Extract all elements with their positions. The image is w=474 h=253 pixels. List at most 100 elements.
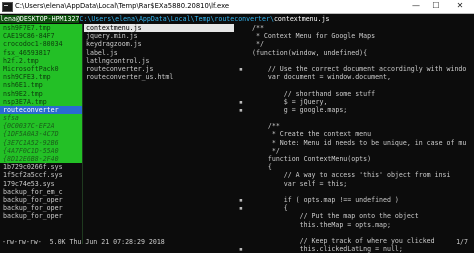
code-line: $ = jQuery, (252, 97, 328, 106)
parent-dir-item[interactable]: 1f5cf2a5ccf.sys (0, 171, 82, 179)
status-bar: -rw-rw-rw- 5.0K Thu Jun 21 07:28:29 2018… (0, 237, 474, 247)
file-list-item[interactable]: contextmenu.js (84, 24, 234, 33)
parent-dir-item[interactable]: nsh9F7E7.tmp (0, 24, 82, 33)
code-line: // shorthand some stuff (252, 89, 376, 98)
code-line: * Create the context menu (252, 130, 372, 139)
close-button[interactable]: ✕ (452, 0, 468, 13)
gutter-mark (238, 147, 244, 155)
code-line: if ( opts.map !== undefined ) (252, 195, 399, 204)
parent-dir-item[interactable]: MicrosoftPack0 (0, 64, 82, 74)
gutter-mark (238, 212, 244, 220)
parent-dir-item[interactable]: sfsa (0, 114, 82, 123)
parent-dir-item[interactable]: 1b729c0266f.sys (0, 163, 82, 171)
gutter-mark: ▪ (239, 97, 243, 106)
maximize-button[interactable]: ☐ (428, 0, 444, 13)
parent-dir-item[interactable]: nsh9E2.tmp (0, 89, 82, 98)
parent-dir-item[interactable]: backup_for_em_c (0, 188, 82, 196)
gutter-mark (238, 90, 244, 98)
parent-dir-item[interactable]: {4A7F0C1D-55A0 (0, 146, 82, 155)
gutter-mark (238, 57, 244, 65)
file-list-item[interactable]: jquery.min.js (84, 32, 234, 40)
code-line: // Put the map onto the object (252, 212, 419, 221)
preview-gutter: ▪ ▪ ▪ ▪ ▪ ▪ (238, 24, 244, 253)
file-list-item[interactable]: routeconverter.js (84, 65, 234, 73)
user-host: lena@DESKTOP-HPM1327 (0, 15, 80, 23)
gutter-mark (238, 163, 244, 171)
code-line: * Context Menu for Google Maps (252, 32, 376, 41)
code-line: * Note: Menu id needs to be unique, in c… (252, 138, 467, 147)
current-directory-pane[interactable]: contextmenu.js jquery.min.js keydragzoom.j… (84, 24, 234, 94)
gutter-mark (238, 49, 244, 57)
parent-dir-item[interactable]: 179c74e53.sys (0, 180, 82, 188)
gutter-mark: ▪ (239, 64, 243, 73)
file-preview-pane: /** * Context Menu for Google Maps */(fu… (252, 24, 474, 253)
gutter-mark (238, 73, 244, 81)
code-line: // A way to access 'this' object from in… (252, 171, 451, 180)
parent-dir-item[interactable]: crocodoc1-80034 (0, 40, 82, 49)
parent-dir-item[interactable]: CAE19C86-84F7 (0, 32, 82, 41)
parent-dir-item[interactable]: {0C0037C-EF2A (0, 122, 82, 131)
gutter-mark (238, 180, 244, 188)
gutter-mark: ▪ (239, 204, 243, 213)
parent-dir-item[interactable]: backup_for_oper (0, 204, 82, 212)
gutter-mark (238, 114, 244, 122)
code-line: // Use the correct document accordingly … (252, 64, 467, 73)
gutter-mark (238, 139, 244, 147)
parent-dir-item[interactable]: h2f.2.tmp (0, 56, 82, 65)
code-line: this.theMap = opts.map; (252, 220, 391, 229)
code-line: /** (252, 122, 280, 131)
code-line: /** (252, 24, 264, 32)
gutter-mark (238, 122, 244, 130)
terminal-area[interactable]: lena@DESKTOP-HPM1327C:\Users\elena\AppDa… (0, 14, 474, 253)
position-indicator: 1/7 (456, 238, 468, 246)
file-info: -rw-rw-rw- 5.0K Thu Jun 21 07:28:29 2018 (2, 238, 165, 246)
code-line: */ (252, 146, 280, 155)
directory-path: C:\Users\elena\AppData\Local\Temp\routec… (79, 15, 274, 23)
parent-dir-item[interactable]: {1DF5A0A3-4C7D (0, 130, 82, 139)
code-line: g = google.maps; (252, 105, 348, 114)
parent-dir-item[interactable]: backup_for_oper (0, 196, 82, 204)
file-list-item[interactable]: routeconverter_us.html (84, 73, 234, 81)
gutter-mark (238, 171, 244, 179)
code-line: (function(window, undefined){ (252, 48, 368, 57)
window-titlebar: C:\Users\elena\AppData\Local\Temp\Rar$EX… (0, 0, 474, 14)
gutter-mark (238, 221, 244, 229)
minimize-button[interactable]: — (408, 0, 424, 13)
gutter-mark: ▪ (239, 195, 243, 204)
gutter-mark (238, 81, 244, 89)
code-line: { (252, 204, 288, 213)
gutter-mark: ▪ (239, 105, 243, 114)
code-line: */ (252, 40, 264, 49)
code-line: var self = this; (252, 179, 348, 188)
window-title: C:\Users\elena\AppData\Local\Temp\Rar$EX… (15, 2, 230, 10)
code-line: { (252, 163, 272, 172)
gutter-mark (238, 40, 244, 48)
selected-file-name: contextmenu.js (273, 15, 330, 23)
parent-dir-item[interactable]: nsp3E7A.tmp (0, 97, 82, 106)
parent-dir-item[interactable]: {3E7C1A52-92B6 (0, 138, 82, 147)
file-list-item[interactable]: latlngcontrol.js (84, 57, 234, 65)
parent-dir-item[interactable]: backup_for_oper (0, 212, 82, 220)
gutter-mark (238, 188, 244, 196)
code-line: function ContextMenu(opts) (252, 155, 372, 163)
gutter-mark (238, 32, 244, 40)
gutter-mark (238, 229, 244, 237)
gutter-mark (238, 24, 244, 32)
parent-dir-item[interactable]: routeconverter (0, 105, 82, 115)
file-list-item[interactable]: keydragzoom.js (84, 40, 234, 48)
parent-dir-item[interactable]: nsh9CFE3.tmp (0, 73, 82, 82)
parent-directory-pane[interactable]: nsh9F7E7.tmp CAE19C86-84F7 crocodoc1-80034… (0, 24, 82, 248)
gutter-mark (238, 155, 244, 163)
current-path: lena@DESKTOP-HPM1327C:\Users\elena\AppDa… (0, 15, 330, 23)
parent-dir-item[interactable]: nsh6E1.tmp (0, 81, 82, 90)
pane-divider (82, 24, 83, 244)
parent-dir-item[interactable]: {8D12E6B8-2F40 (0, 155, 82, 164)
parent-dir-item[interactable]: fsx_46593817 (0, 48, 82, 57)
code-line: var document = window.document, (252, 73, 391, 82)
file-list-item[interactable]: label.js (84, 49, 234, 57)
